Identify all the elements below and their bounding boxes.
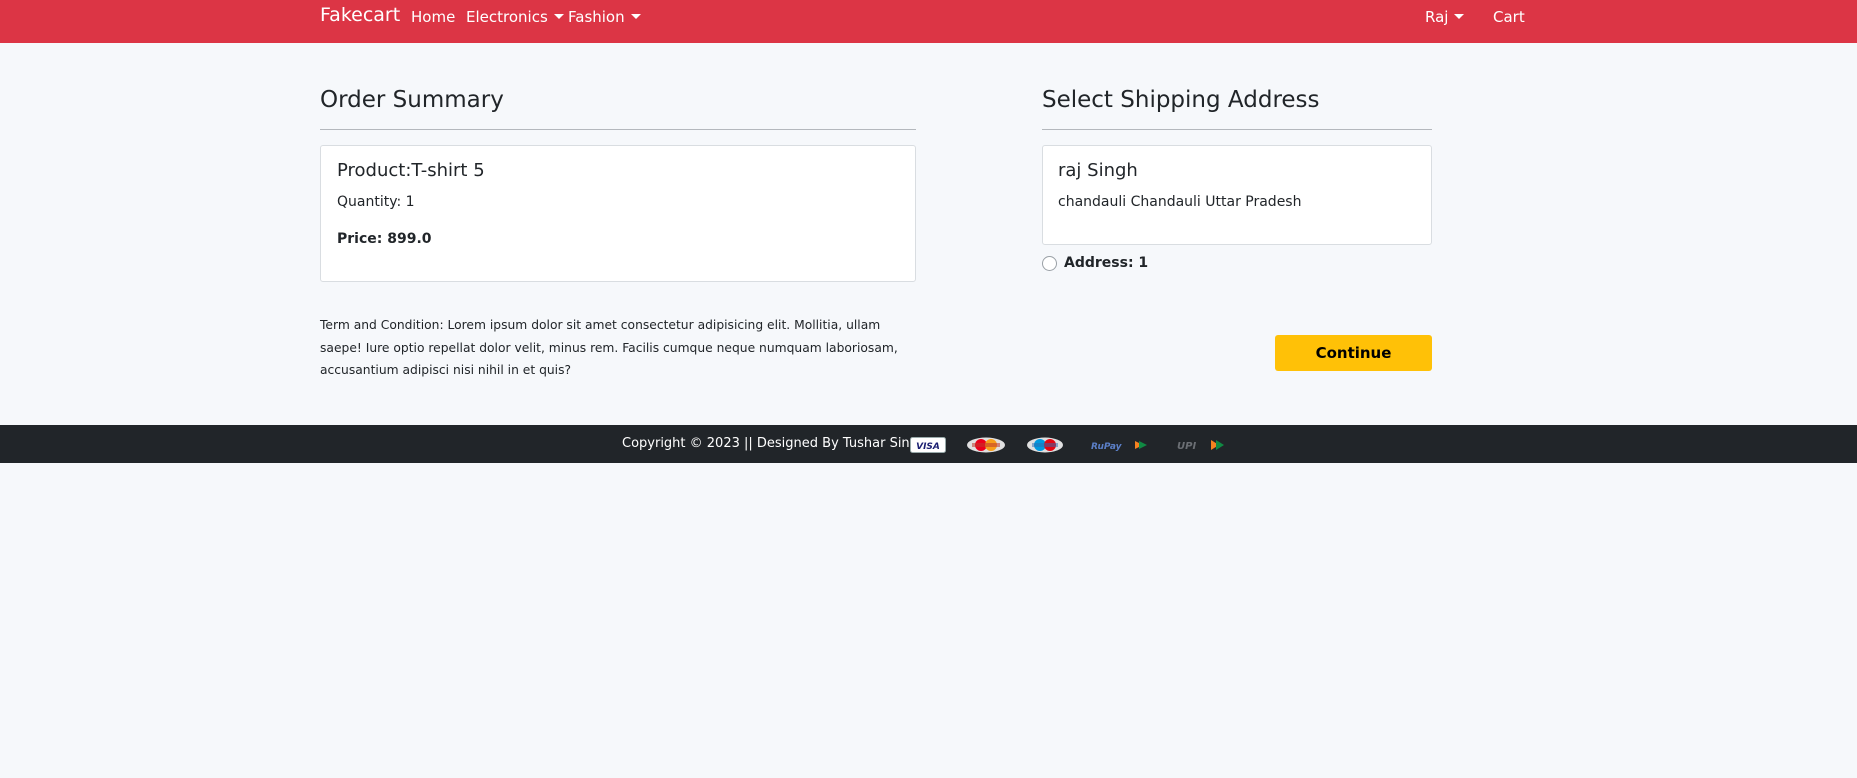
nav-fashion-label: Fashion [568,8,625,26]
address-name: raj Singh [1058,160,1138,181]
svg-text:VISA: VISA [916,442,940,452]
maestro-icon [1027,437,1063,453]
nav-cart[interactable]: Cart [1493,8,1525,26]
svg-text:RuPay: RuPay [1091,442,1123,452]
visa-icon: VISA [910,437,946,453]
address-card: raj Singh chandauli Chandauli Uttar Prad… [1042,145,1432,245]
nav-fashion-dropdown[interactable]: Fashion [568,8,641,26]
order-summary-heading: Order Summary [320,87,504,113]
order-item-card: Product:T-shirt 5 Quantity: 1 Price: 899… [320,145,916,282]
nav-electronics-label: Electronics [466,8,548,26]
rupay-icon: RuPay [1091,441,1147,452]
product-price: Price: 899.0 [337,231,432,247]
user-name-label: Raj [1425,8,1449,26]
chevron-down-icon [553,14,564,19]
mastercard-icon [967,437,1005,453]
chevron-down-icon [1454,14,1465,19]
shipping-divider [1042,129,1432,130]
address-line: chandauli Chandauli Uttar Pradesh [1058,194,1302,210]
order-summary-divider [320,129,916,130]
nav-electronics-dropdown[interactable]: Electronics [466,8,564,26]
copyright-text: Copyright © 2023 || Designed By Tushar S… [622,436,940,451]
address-radio-label[interactable]: Address: 1 [1064,255,1148,271]
chevron-down-icon [630,14,641,19]
terms-and-conditions: Term and Condition: Lorem ipsum dolor si… [320,318,898,377]
product-quantity: Quantity: 1 [337,194,415,210]
user-menu-dropdown[interactable]: Raj [1425,8,1465,26]
footer: Copyright © 2023 || Designed By Tushar S… [0,425,1857,463]
upi-icon: UPI [1177,440,1224,452]
shipping-heading: Select Shipping Address [1042,87,1320,113]
continue-button[interactable]: Continue [1275,335,1432,371]
address-radio[interactable] [1042,256,1057,271]
brand-logo[interactable]: Fakecart [320,4,400,26]
navbar: Fakecart Home Electronics Fashion Raj Ca… [0,0,1857,43]
nav-home[interactable]: Home [411,8,455,26]
product-title: Product:T-shirt 5 [337,160,485,181]
svg-text:UPI: UPI [1177,441,1196,452]
